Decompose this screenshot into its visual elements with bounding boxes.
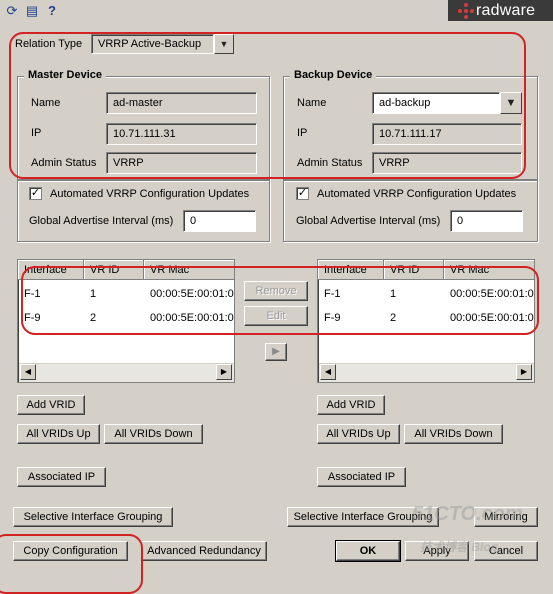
column-header-vr-id[interactable]: VR ID [384, 260, 444, 280]
scroll-left-icon[interactable]: ◀ [320, 364, 336, 380]
table-cell[interactable]: 1 [84, 283, 144, 305]
table-cell[interactable]: F-9 [318, 307, 384, 329]
relation-type-select[interactable]: VRRP Active-Backup [91, 34, 214, 54]
backup-interval-label: Global Advertise Interval (ms) [296, 215, 441, 227]
remove-button[interactable]: Remove [244, 281, 308, 301]
table-cell[interactable]: F-1 [318, 283, 384, 305]
backup-auto-label: Automated VRRP Configuration Updates [317, 188, 517, 200]
master-vrid-table[interactable]: Interface VR ID VR Mac F-1 1 00:00:5E:00… [17, 259, 235, 383]
ok-button[interactable]: OK [335, 540, 401, 562]
associated-ip-button[interactable]: Associated IP [317, 467, 406, 487]
watermark-logo: 51CTO.com [412, 503, 523, 525]
column-header-interface[interactable]: Interface [18, 260, 84, 280]
column-header-vr-mac[interactable]: VR Mac [444, 260, 534, 280]
edit-button[interactable]: Edit [244, 306, 308, 326]
scroll-left-icon[interactable]: ◀ [20, 364, 36, 380]
print-icon[interactable]: ▤ [24, 3, 40, 19]
master-auto-label: Automated VRRP Configuration Updates [50, 188, 250, 200]
column-header-vr-id[interactable]: VR ID [84, 260, 144, 280]
table-cell[interactable]: F-1 [18, 283, 84, 305]
backup-device-title: Backup Device [290, 69, 377, 81]
watermark-logo: 技术博客 Blog [420, 540, 498, 554]
all-vrids-down-button[interactable]: All VRIDs Down [404, 424, 503, 444]
master-ip-field[interactable]: 10.71.111.31 [106, 123, 257, 145]
all-vrids-up-button[interactable]: All VRIDs Up [317, 424, 400, 444]
backup-name-select[interactable]: ad-backup [372, 92, 500, 114]
relation-type-label: Relation Type [15, 38, 83, 50]
selective-interface-grouping-button[interactable]: Selective Interface Grouping [13, 507, 173, 527]
table-cell[interactable]: 2 [84, 307, 144, 329]
associated-ip-button[interactable]: Associated IP [17, 467, 106, 487]
advanced-redundancy-button[interactable]: Advanced Redundancy [141, 541, 267, 561]
chevron-down-icon[interactable]: ▼ [500, 92, 522, 114]
add-vrid-button[interactable]: Add VRID [317, 395, 385, 415]
column-header-interface[interactable]: Interface [318, 260, 384, 280]
copy-right-arrow-icon[interactable]: ▶ [265, 343, 287, 361]
master-ip-label: IP [31, 127, 42, 139]
backup-interval-input[interactable]: 0 [450, 210, 523, 232]
column-header-vr-mac[interactable]: VR Mac [144, 260, 234, 280]
backup-ip-field[interactable]: 10.71.111.17 [372, 123, 522, 145]
master-auto-checkbox[interactable]: ✓ [29, 187, 42, 200]
backup-vrid-table[interactable]: Interface VR ID VR Mac F-1 1 00:00:5E:00… [317, 259, 535, 383]
scroll-right-icon[interactable]: ▶ [516, 364, 532, 380]
scroll-right-icon[interactable]: ▶ [216, 364, 232, 380]
horizontal-scrollbar[interactable] [319, 363, 534, 382]
backup-name-label: Name [297, 97, 327, 109]
master-name-label: Name [31, 97, 61, 109]
table-cell[interactable]: 00:00:5E:00:01:02 [444, 307, 534, 329]
master-device-title: Master Device [24, 69, 106, 81]
copy-configuration-button[interactable]: Copy Configuration [13, 541, 128, 561]
backup-status-label: Admin Status [297, 157, 363, 169]
table-cell[interactable]: 2 [384, 307, 444, 329]
all-vrids-down-button[interactable]: All VRIDs Down [104, 424, 203, 444]
backup-status-field: VRRP [372, 152, 522, 174]
table-cell[interactable]: 1 [384, 283, 444, 305]
logo-dots-icon [458, 3, 474, 19]
refresh-icon[interactable]: ⟳ [4, 3, 20, 19]
table-cell[interactable]: F-9 [18, 307, 84, 329]
chevron-down-icon[interactable]: ▼ [214, 34, 234, 54]
add-vrid-button[interactable]: Add VRID [17, 395, 85, 415]
help-icon[interactable]: ? [44, 3, 60, 19]
master-status-field: VRRP [106, 152, 257, 174]
master-name-field[interactable]: ad-master [106, 92, 257, 114]
master-interval-input[interactable]: 0 [183, 210, 256, 232]
table-cell[interactable]: 00:00:5E:00:01:02 [144, 307, 234, 329]
table-cell[interactable]: 00:00:5E:00:01:01 [444, 283, 534, 305]
backup-auto-checkbox[interactable]: ✓ [296, 187, 309, 200]
all-vrids-up-button[interactable]: All VRIDs Up [17, 424, 100, 444]
table-cell[interactable]: 00:00:5E:00:01:01 [144, 283, 234, 305]
master-interval-label: Global Advertise Interval (ms) [29, 215, 174, 227]
backup-ip-label: IP [297, 127, 308, 139]
horizontal-scrollbar[interactable] [19, 363, 234, 382]
master-status-label: Admin Status [31, 157, 97, 169]
